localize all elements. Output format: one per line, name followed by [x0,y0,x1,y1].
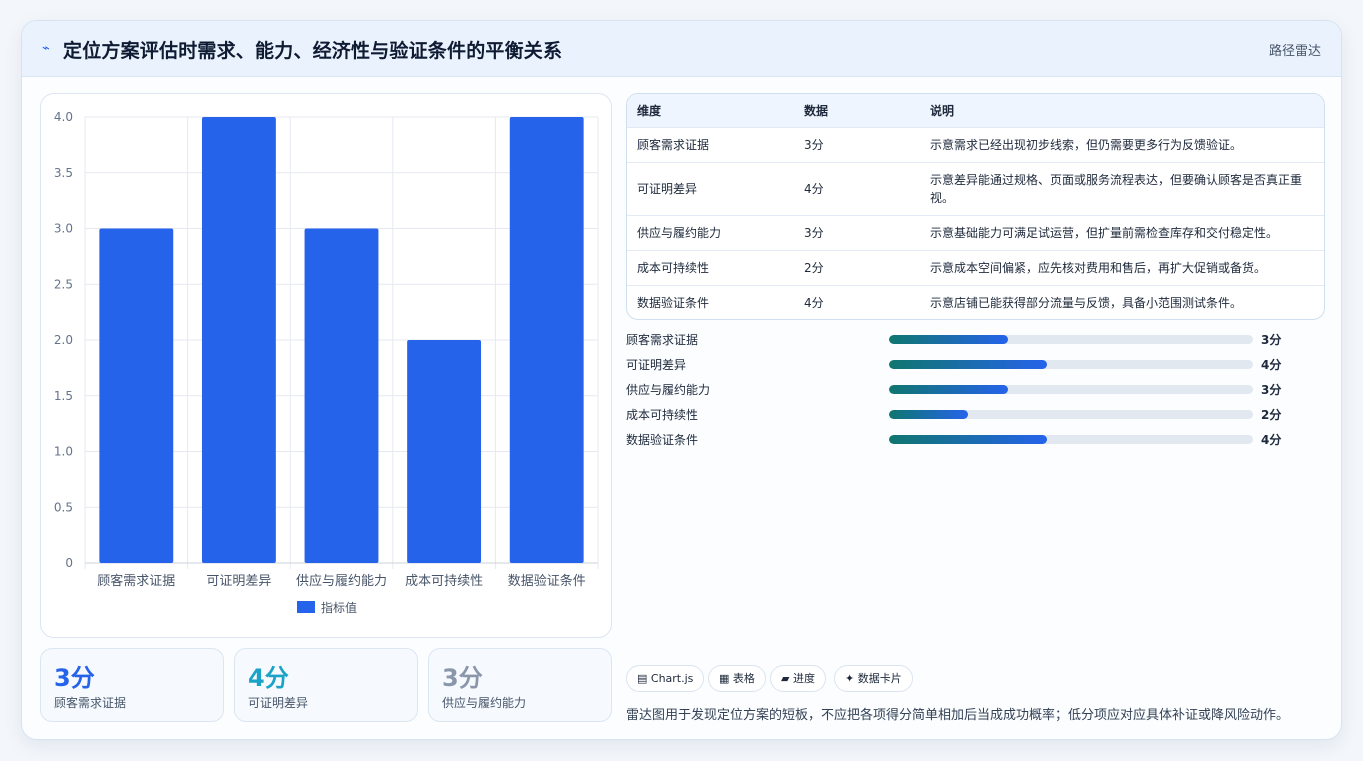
x-category-label: 可证明差异 [206,574,271,589]
cell-description: 示意差异能通过规格、页面或服务流程表达，但要确认顾客是否真正重视。 [920,161,1324,215]
legend-label: 指标值 [321,600,357,615]
bar [509,117,584,563]
table-header-row: 维度 数据 说明 [627,94,1324,127]
stat-card-1: 3分 顾客需求证据 [40,648,224,722]
progress-row: 成本可持续性 2分 [626,405,1325,425]
main-card: ⌁ 定位方案评估时需求、能力、经济性与验证条件的平衡关系 路径雷达 0 0.5 1.… [21,20,1342,740]
legend-swatch [297,601,315,613]
chip-table[interactable]: ▦ 表格 [708,665,766,692]
y-tick-label: 3.5 [54,166,73,180]
progress-fill [889,410,969,419]
progress-fill [889,385,1008,394]
chip-progress[interactable]: ▰ 进度 [770,665,826,692]
progress-value: 3分 [1261,333,1282,347]
column-header-dimension: 维度 [637,103,662,118]
data-table: 维度 数据 说明 顾客需求证据 3分 示意需求已经出现初步线索，但仍需要更多行为… [627,94,1324,319]
cell-dimension: 数据验证条件 [627,284,794,319]
progress-label: 供应与履约能力 [626,383,711,397]
cell-score: 4分 [794,284,920,319]
progress-label: 顾客需求证据 [626,333,699,347]
progress-fill [889,360,1048,369]
chip-data-card[interactable]: ✦ 数据卡片 [834,665,913,692]
progress-label: 成本可持续性 [626,408,699,422]
y-tick-label: 0.5 [54,500,73,514]
bar [201,117,276,563]
pulse-icon: ⌁ [42,41,50,56]
cell-description: 示意店铺已能获得部分流量与反馈，具备小范围测试条件。 [920,284,1324,319]
progress-row: 可证明差异 4分 [626,355,1325,375]
stat-card-2: 4分 可证明差异 [234,648,418,722]
cell-description: 示意需求已经出现初步线索，但仍需要更多行为反馈验证。 [920,126,1324,162]
table-row: 顾客需求证据 3分 示意需求已经出现初步线索，但仍需要更多行为反馈验证。 [627,126,1324,162]
progress-label: 数据验证条件 [626,433,699,447]
progress-track [889,435,1253,444]
cell-score: 4分 [794,161,920,215]
progress-value: 4分 [1261,358,1282,372]
table-row: 成本可持续性 2分 示意成本空间偏紧，应先核对费用和售后，再扩大促销或备货。 [627,249,1324,285]
bar-chart-panel: 0 0.5 1.0 1.5 2.0 2.5 3.0 3.5 4.0 顾客需求证据 可证明差异 供应与履… [40,93,612,638]
bar [407,340,482,563]
cell-description: 示意成本空间偏紧，应先核对费用和售后，再扩大促销或备货。 [920,249,1324,285]
y-tick-label: 4.0 [54,110,73,124]
progress-value: 3分 [1261,383,1282,397]
cell-score: 3分 [794,126,920,162]
progress-row: 顾客需求证据 3分 [626,330,1325,350]
progress-track [889,410,1253,419]
chip-chartjs[interactable]: ▤ Chart.js [626,665,705,692]
header: ⌁ 定位方案评估时需求、能力、经济性与验证条件的平衡关系 路径雷达 [22,21,1341,77]
stat-label: 顾客需求证据 [54,696,127,710]
progress-track [889,335,1253,344]
progress-track [889,360,1253,369]
y-tick-label: 2.0 [54,333,73,347]
progress-fill [889,335,1008,344]
column-header-description: 说明 [930,103,955,118]
progress-row: 供应与履约能力 3分 [626,380,1325,400]
progress-track [889,385,1253,394]
y-tick-label: 3.0 [54,222,73,236]
stat-value: 3分 [442,664,483,692]
stat-value: 4分 [248,664,289,692]
y-tick-label: 1.5 [54,389,73,403]
stat-card-3: 3分 供应与履约能力 [428,648,612,722]
table-row: 供应与履约能力 3分 示意基础能力可满足试运营，但扩量前需检查库存和交付稳定性。 [627,214,1324,250]
stat-value: 3分 [54,664,95,692]
y-tick-label: 1.0 [54,445,73,459]
bar [304,228,379,563]
stat-label: 可证明差异 [248,696,309,710]
progress-value: 4分 [1261,433,1282,447]
cell-dimension: 顾客需求证据 [627,126,794,162]
cell-score: 2分 [794,249,920,285]
cell-dimension: 可证明差异 [627,161,794,215]
y-tick-label: 0 [65,556,73,570]
x-category-label: 数据验证条件 [508,573,586,589]
data-table-panel: 维度 数据 说明 顾客需求证据 3分 示意需求已经出现初步线索，但仍需要更多行为… [626,93,1325,320]
x-category-label: 顾客需求证据 [97,573,175,589]
cell-score: 3分 [794,214,920,250]
cell-dimension: 供应与履约能力 [627,214,794,250]
column-header-data: 数据 [804,103,829,118]
progress-label: 可证明差异 [626,358,687,372]
progress-row: 数据验证条件 4分 [626,430,1325,450]
bar [99,228,174,563]
x-category-label: 成本可持续性 [405,574,483,589]
table-row: 可证明差异 4分 示意差异能通过规格、页面或服务流程表达，但要确认顾客是否真正重… [627,161,1324,215]
cell-description: 示意基础能力可满足试运营，但扩量前需检查库存和交付稳定性。 [920,214,1324,250]
progress-fill [889,435,1048,444]
x-category-label: 供应与履约能力 [296,573,387,589]
page-title: 定位方案评估时需求、能力、经济性与验证条件的平衡关系 [63,40,563,62]
y-tick-label: 2.5 [54,277,73,291]
footnote: 雷达图用于发现定位方案的短板，不应把各项得分简单相加后当成成功概率；低分项应对应… [626,708,1290,723]
header-tag: 路径雷达 [1268,44,1321,59]
progress-value: 2分 [1261,408,1282,422]
table-row: 数据验证条件 4分 示意店铺已能获得部分流量与反馈，具备小范围测试条件。 [627,284,1324,319]
stat-label: 供应与履约能力 [442,696,527,710]
cell-dimension: 成本可持续性 [627,249,794,285]
bar-chart: 0 0.5 1.0 1.5 2.0 2.5 3.0 3.5 4.0 顾客需求证据 可证明差异 供应与履… [54,110,599,615]
